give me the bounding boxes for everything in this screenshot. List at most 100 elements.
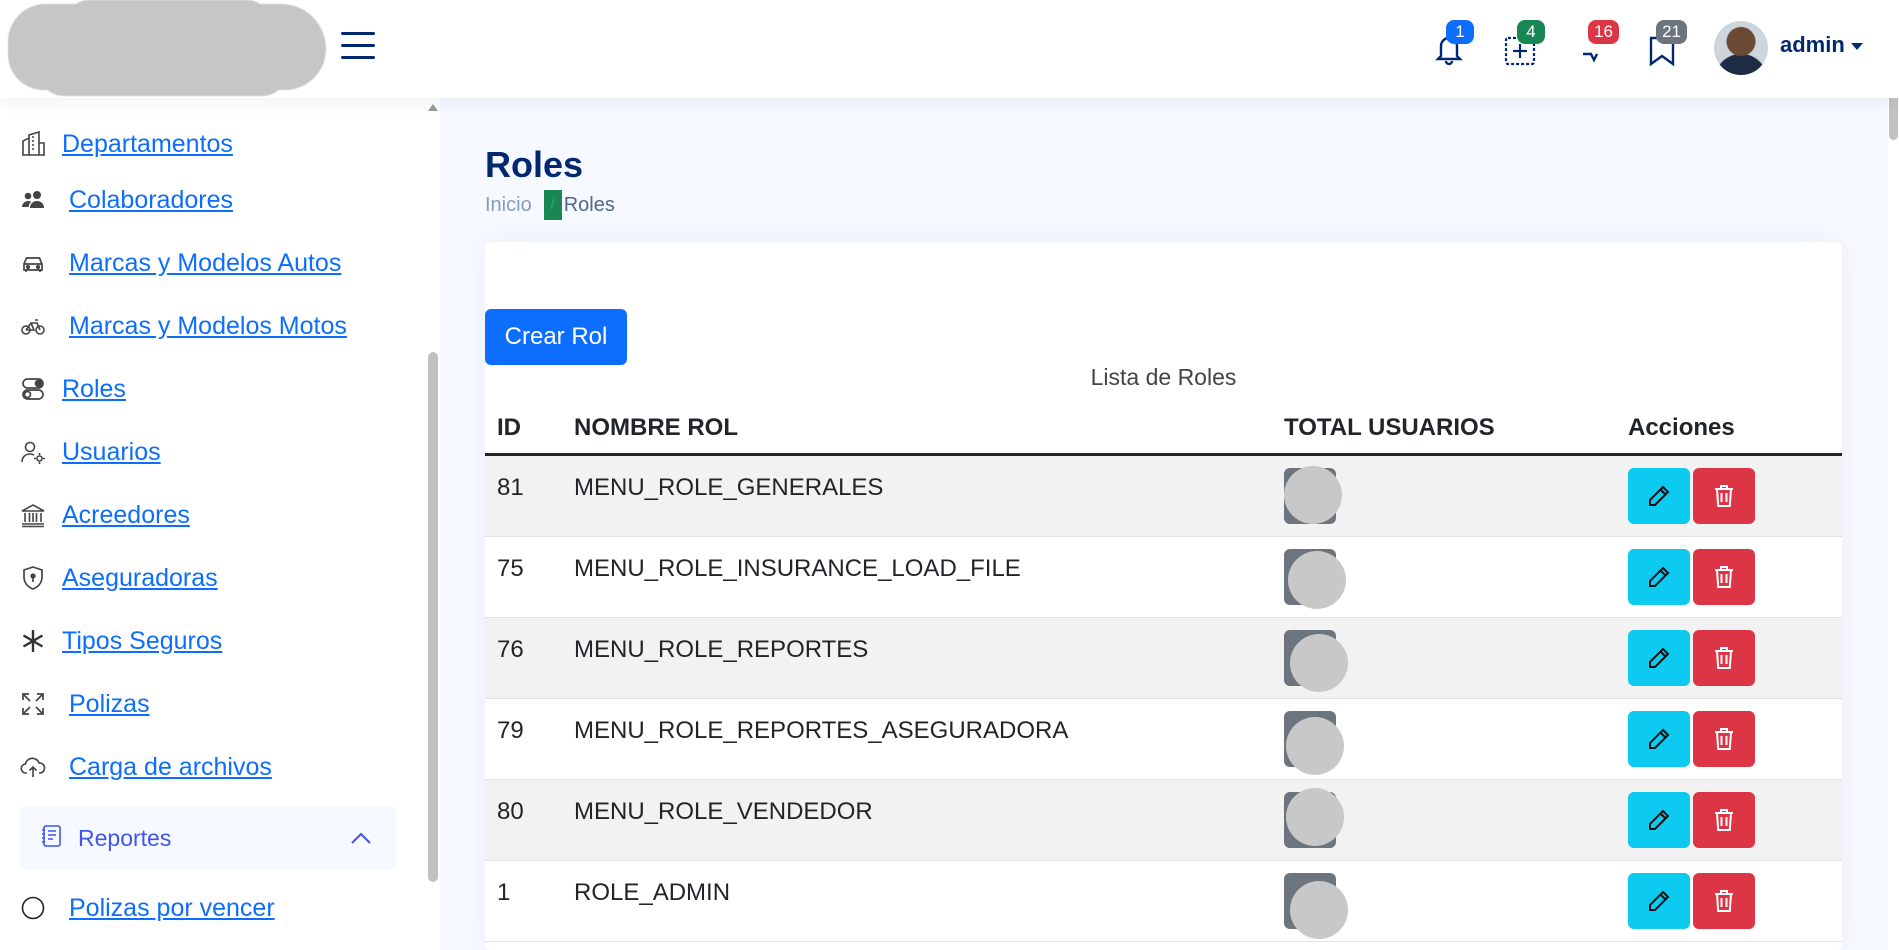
sidebar-item-carga-archivos[interactable]: Carga de archivos xyxy=(18,747,272,787)
sidebar-item-label[interactable]: Marcas y Modelos Autos xyxy=(69,249,341,278)
edit-button[interactable] xyxy=(1628,711,1690,767)
buildings-icon xyxy=(18,129,48,159)
sidebar-item-label[interactable]: Tipos Seguros xyxy=(62,627,222,656)
pencil-icon xyxy=(1649,728,1670,749)
table-row: 81 MENU_ROLE_GENERALES xyxy=(485,456,1842,537)
sidebar-item-roles[interactable]: Roles xyxy=(18,369,126,409)
sidebar-item-label[interactable]: Carga de archivos xyxy=(69,753,272,782)
column-header-name: NOMBRE ROL xyxy=(574,414,738,441)
edit-button[interactable] xyxy=(1628,630,1690,686)
table-row: 1 ROLE_ADMIN xyxy=(485,861,1842,942)
sidebar-item-tipos-seguros[interactable]: Tipos Seguros xyxy=(18,621,222,661)
chevron-up-icon[interactable] xyxy=(350,830,372,849)
breadcrumb-home[interactable]: Inicio xyxy=(485,194,532,217)
delete-button[interactable] xyxy=(1693,873,1755,929)
delete-button[interactable] xyxy=(1693,630,1755,686)
pencil-icon xyxy=(1649,809,1670,830)
sidebar-item-label[interactable]: Polizas xyxy=(69,690,150,719)
bank-icon xyxy=(18,500,48,530)
total-users-badge xyxy=(1284,549,1346,609)
sidebar-item-motos[interactable]: Marcas y Modelos Motos xyxy=(18,306,347,346)
breadcrumb-current: Roles xyxy=(563,193,615,216)
role-id: 76 xyxy=(497,636,524,663)
table-row: 80 MENU_ROLE_VENDEDOR xyxy=(485,780,1842,861)
role-id: 81 xyxy=(497,474,524,501)
sidebar-item-acreedores[interactable]: Acreedores xyxy=(18,495,190,535)
sidebar-item-label[interactable]: Polizas por vencer xyxy=(69,894,275,923)
table-row: 75 MENU_ROLE_INSURANCE_LOAD_FILE xyxy=(485,537,1842,618)
delete-button[interactable] xyxy=(1693,711,1755,767)
sidebar-item-label[interactable]: Colaboradores xyxy=(69,186,233,215)
trash-icon xyxy=(1715,566,1733,588)
total-users-badge xyxy=(1284,873,1348,939)
total-users-badge xyxy=(1284,466,1342,524)
edit-button[interactable] xyxy=(1628,792,1690,848)
total-users-badge xyxy=(1284,711,1344,775)
sidebar-item-label[interactable]: Acreedores xyxy=(62,501,190,530)
pencil-icon xyxy=(1649,890,1670,911)
role-id: 1 xyxy=(497,879,511,906)
table-row: 79 MENU_ROLE_REPORTES_ASEGURADORA xyxy=(485,699,1842,780)
sidebar-item-label[interactable]: Roles xyxy=(62,375,126,404)
circle-icon xyxy=(18,893,48,923)
add-square-icon[interactable]: 4 xyxy=(1503,20,1545,68)
trash-icon xyxy=(1715,890,1733,912)
sidebar-item-label[interactable]: Marcas y Modelos Motos xyxy=(69,312,347,341)
sidebar-subitem-polizas-por-vencer[interactable]: Polizas por vencer xyxy=(18,888,275,928)
sidebar-item-label[interactable]: Departamentos xyxy=(62,130,233,159)
page-title: Roles xyxy=(485,144,584,185)
chat-icon[interactable]: 16 xyxy=(1577,20,1619,68)
total-users-badge xyxy=(1284,630,1348,692)
tasks-badge: 4 xyxy=(1517,20,1545,44)
notifications-badge: 1 xyxy=(1446,20,1474,44)
user-name[interactable]: admin xyxy=(1780,32,1845,58)
sidebar-item-autos[interactable]: Marcas y Modelos Autos xyxy=(18,243,341,283)
column-header-total: TOTAL USUARIOS xyxy=(1284,414,1495,441)
sidebar-item-departamentos[interactable]: Departamentos xyxy=(18,124,233,164)
role-id: 79 xyxy=(497,717,524,744)
delete-button[interactable] xyxy=(1693,792,1755,848)
shield-icon xyxy=(18,563,48,593)
sidebar-item-usuarios[interactable]: Usuarios xyxy=(18,432,161,472)
role-id: 75 xyxy=(497,555,524,582)
logo[interactable] xyxy=(8,0,326,96)
role-name: MENU_ROLE_VENDEDOR xyxy=(574,798,873,825)
total-users-badge xyxy=(1284,788,1344,848)
sidebar-item-polizas[interactable]: Polizas xyxy=(18,684,150,724)
messages-badge: 16 xyxy=(1588,20,1619,44)
chevron-down-icon[interactable] xyxy=(1851,43,1863,50)
edit-button[interactable] xyxy=(1628,549,1690,605)
bookmark-icon[interactable]: 21 xyxy=(1645,20,1687,68)
scroll-up-arrow[interactable] xyxy=(428,104,438,111)
delete-button[interactable] xyxy=(1693,468,1755,524)
sidebar-item-colaboradores[interactable]: Colaboradores xyxy=(18,180,233,220)
sidebar-item-label[interactable]: Usuarios xyxy=(62,438,161,467)
delete-button[interactable] xyxy=(1693,549,1755,605)
sidebar-item-aseguradoras[interactable]: Aseguradoras xyxy=(18,558,218,598)
pencil-icon xyxy=(1649,647,1670,668)
sidebar: Departamentos Colaboradores Marcas y Mod… xyxy=(0,98,440,950)
create-role-button[interactable]: Crear Rol xyxy=(485,309,627,365)
trash-icon xyxy=(1715,728,1733,750)
avatar[interactable] xyxy=(1714,21,1768,75)
table-header: ID NOMBRE ROL TOTAL USUARIOS Acciones xyxy=(485,400,1842,456)
edit-button[interactable] xyxy=(1628,873,1690,929)
sidebar-item-label[interactable]: Aseguradoras xyxy=(62,564,218,593)
table-caption: Lista de Roles xyxy=(1090,364,1237,390)
breadcrumb-separator: / xyxy=(543,190,562,220)
role-name: MENU_ROLE_INSURANCE_LOAD_FILE xyxy=(574,555,1021,582)
sidebar-group-reportes[interactable]: Reportes xyxy=(20,806,396,870)
sidebar-scrollbar[interactable] xyxy=(428,352,438,882)
person-gear-icon xyxy=(18,437,48,467)
bicycle-icon xyxy=(18,311,48,341)
role-name: MENU_ROLE_REPORTES xyxy=(574,636,869,663)
menu-toggle-icon[interactable] xyxy=(341,32,375,60)
people-icon xyxy=(18,185,48,215)
page-scrollbar[interactable] xyxy=(1888,0,1899,950)
edit-button[interactable] xyxy=(1628,468,1690,524)
roles-card: Crear Rol Lista de Roles ID NOMBRE ROL T… xyxy=(485,242,1842,950)
notifications-bell-icon[interactable]: 1 xyxy=(1432,20,1474,68)
trash-icon xyxy=(1715,809,1733,831)
table-row: 76 MENU_ROLE_REPORTES xyxy=(485,618,1842,699)
cloud-upload-icon xyxy=(18,752,48,782)
